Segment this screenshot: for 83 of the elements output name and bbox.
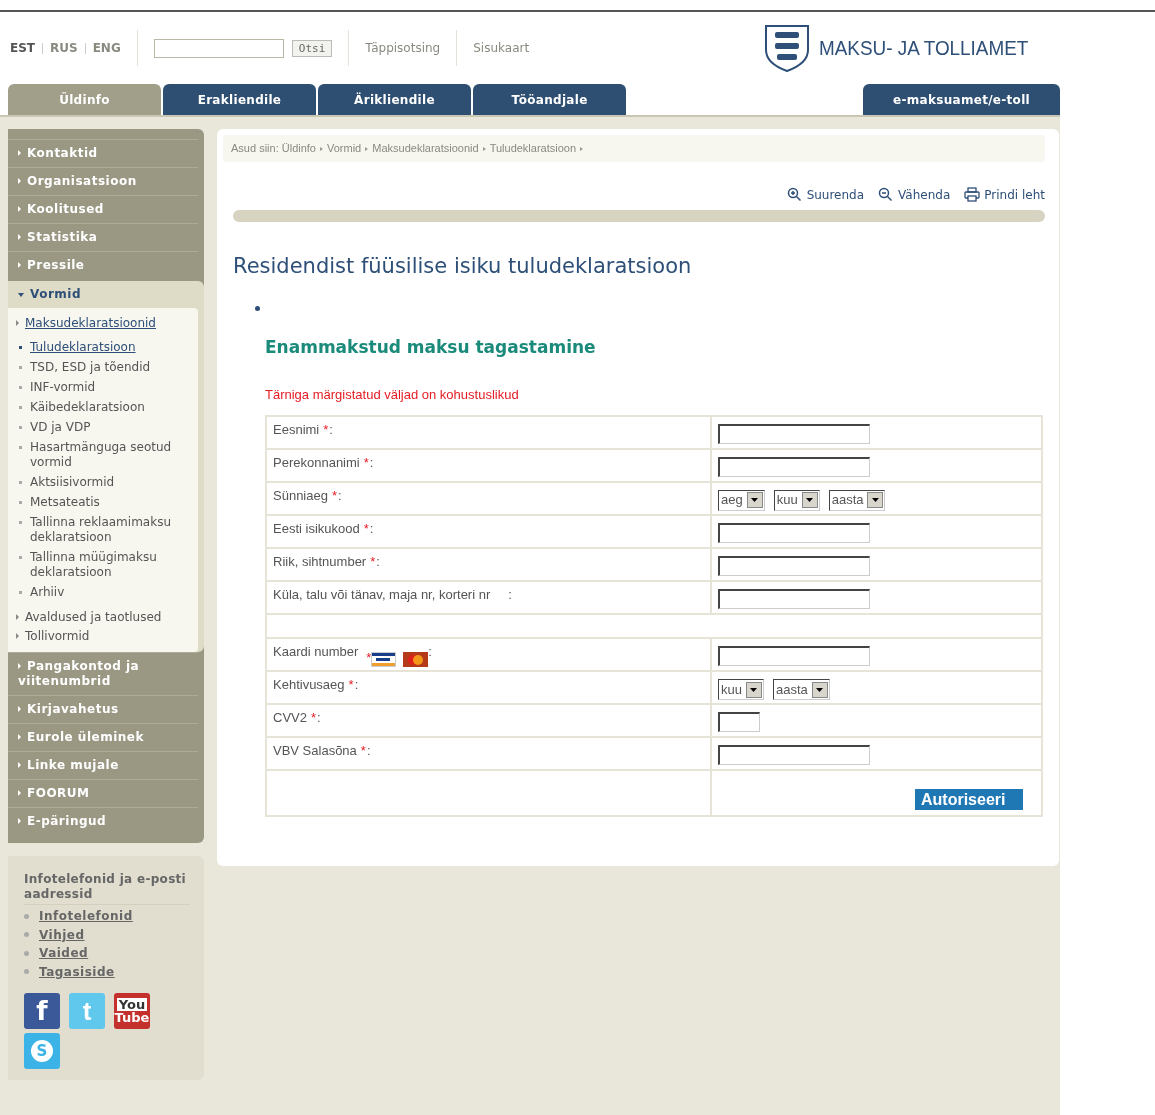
info-link[interactable]: Vaided: [24, 944, 190, 963]
nav-tab[interactable]: Ärikliendile: [318, 84, 471, 115]
submenu-item[interactable]: Tallinna müügimaksu deklaratsioon: [16, 548, 192, 583]
nav-tab[interactable]: Tööandjale: [473, 84, 626, 115]
select-dropdown[interactable]: aasta: [828, 489, 886, 511]
facebook-icon[interactable]: f: [24, 993, 60, 1029]
zoom-in-icon: [786, 187, 803, 202]
input-field[interactable]: [718, 745, 870, 766]
input-field[interactable]: [718, 456, 870, 477]
toolbar-link[interactable]: Vähenda: [878, 185, 951, 204]
shield-icon: [763, 23, 812, 73]
chevron-icon: [482, 147, 486, 151]
field-label: CVV2 *:: [273, 710, 321, 726]
menu-item[interactable]: Vormid: [8, 281, 198, 308]
input-field[interactable]: [718, 423, 870, 444]
field-label: Eesnimi *:: [273, 421, 333, 437]
search-button[interactable]: Otsi: [291, 39, 333, 57]
submenu-item[interactable]: Hasartmänguga seotud vormid: [16, 438, 192, 473]
field-label: Perekonnanimi *:: [273, 454, 374, 470]
field-label: Kehtivusaeg *:: [273, 677, 359, 693]
field-label: Sünniaeg *:: [273, 487, 342, 503]
caret-icon: [749, 686, 759, 693]
submenu-item[interactable]: Avaldused ja taotlused: [16, 608, 192, 627]
input-field[interactable]: [718, 588, 870, 609]
submenu-item[interactable]: Tallinna reklaamimaksu deklaratsioon: [16, 513, 192, 548]
submenu-item[interactable]: VD ja VDP: [16, 418, 192, 438]
credit-card-icon: [403, 652, 429, 668]
field-label: Küla, talu või tänav, maja nr, korteri nr :: [273, 586, 512, 602]
authorize-button[interactable]: Autoriseeri: [915, 789, 1024, 811]
field-label: Kaardi number: [273, 642, 359, 661]
info-link[interactable]: Vihjed: [24, 925, 190, 944]
field-label: :: [428, 642, 432, 661]
bullet-icon: [255, 305, 260, 311]
page-title: Residendist füüsilise isiku tuludeklaratsioon: [233, 253, 693, 279]
select-dropdown[interactable]: kuu: [773, 489, 820, 511]
select-dropdown[interactable]: aasta: [772, 679, 830, 701]
chevron-icon: [320, 147, 323, 151]
nav-tab[interactable]: Erakliendile: [163, 84, 316, 115]
credit-card-icon: [371, 652, 397, 668]
submenu-item[interactable]: TSD, ESD ja tõendid: [16, 358, 192, 378]
printer-icon: [964, 187, 981, 202]
toolbar-link[interactable]: Suurenda: [786, 185, 865, 204]
select-dropdown[interactable]: kuu: [718, 679, 764, 701]
youtube-icon[interactable]: You Tube: [114, 993, 150, 1029]
required-note: Tärniga märgistatud väljad on kohustuslikud: [265, 386, 520, 405]
submenu-item[interactable]: Metsateatis: [16, 493, 192, 513]
breadcrumb-label: Asud siin:: [231, 142, 280, 154]
submenu-item[interactable]: Tuludeklaratsioon: [16, 338, 192, 358]
language-link[interactable]: ENG: [92, 39, 121, 57]
input-field[interactable]: [718, 522, 870, 543]
toolbar-link[interactable]: Prindi leht: [964, 185, 1045, 204]
submenu-item[interactable]: INF-vormid: [16, 378, 192, 398]
info-title: Infotelefonid ja e-posti aadressid: [24, 872, 190, 905]
input-field[interactable]: [718, 555, 870, 576]
input-field[interactable]: [718, 712, 760, 733]
submenu-item[interactable]: Tollivormid: [16, 627, 192, 646]
chevron-icon: [580, 147, 584, 151]
caret-icon: [871, 497, 880, 504]
field-label: Eesti isikukood *:: [273, 520, 374, 536]
field-label: Riik, sihtnumber *:: [273, 553, 380, 569]
select-dropdown[interactable]: aeg: [718, 489, 765, 511]
submenu-item[interactable]: Käibedeklaratsioon: [16, 398, 192, 418]
submenu-item[interactable]: Aktsiisivormid: [16, 473, 192, 493]
field-label: VBV Salasõna *:: [273, 743, 371, 759]
logo-text: MAKSU- JA TOLLIAMET: [819, 35, 1029, 62]
language-link[interactable]: EST: [10, 39, 36, 57]
caret-icon: [815, 686, 825, 693]
caret-icon: [750, 497, 760, 504]
submenu-item[interactable]: Maksudeklaratsioonid: [16, 314, 192, 333]
info-link[interactable]: Infotelefonid: [24, 907, 190, 926]
input-field[interactable]: [718, 645, 870, 666]
header-link[interactable]: Sisukaart: [473, 39, 530, 57]
info-link[interactable]: Tagasiside: [24, 962, 190, 981]
chevron-icon: [365, 147, 369, 151]
nav-tab[interactable]: e-maksuamet/e-toll: [863, 84, 1060, 115]
search-field[interactable]: [153, 38, 284, 58]
content-panel: Asud siin: Üldinfo Vormid Maksudeklaratsioonid Tuludeklaratsioon Suurenda Vähenda Prindi leht Residendist füüsilise isiku tuludeklaratsioon Enammakstud maksu tagastamine Tärniga märgistatud väljad on kohustuslikud Eesnimi *: Perekonnanimi *: Sünniaeg *: aeg kuu aasta Eesti isikukood *: Riik, sihtnumber *: Küla, talu või tänav, maja nr, korteri nr : Kaardi number * : Kehtivusaeg *: kuu aasta CVV2 *: VBV Salasõna *: Autoriseeri: [217, 129, 1059, 866]
section-title: Enammakstud maksu tagastamine: [265, 336, 597, 358]
header-link[interactable]: Täppisotsing: [365, 39, 441, 57]
language-link[interactable]: RUS: [50, 39, 78, 57]
submenu-item[interactable]: Arhiiv: [16, 583, 192, 603]
zoom-out-icon: [878, 187, 895, 202]
caret-icon: [805, 497, 815, 504]
